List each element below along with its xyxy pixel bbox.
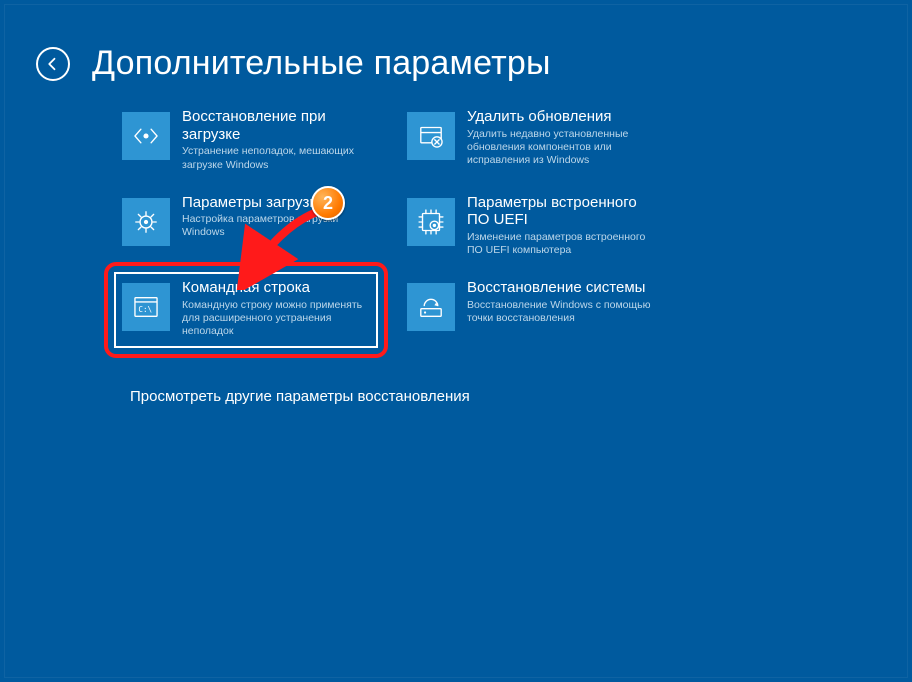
tile-desc: Устранение неполадок, мешающих загрузке …: [182, 145, 373, 171]
tile-title: Восстановление системы: [467, 279, 658, 297]
tile-title: Удалить обновления: [467, 108, 658, 126]
gear-icon: [122, 198, 170, 246]
tile-title: Командная строка: [182, 279, 373, 297]
tile-uefi-firmware[interactable]: Параметры встроенного ПО UEFI Изменение …: [405, 190, 660, 264]
options-grid: Восстановление при загрузке Устранение н…: [120, 104, 780, 347]
tile-startup-settings[interactable]: Параметры загрузки Настройка параметров …: [120, 190, 375, 264]
tile-title: Параметры загрузки: [182, 194, 373, 212]
tile-startup-repair[interactable]: Восстановление при загрузке Устранение н…: [120, 104, 375, 178]
terminal-icon: C:\: [122, 283, 170, 331]
more-recovery-options-link[interactable]: Просмотреть другие параметры восстановле…: [130, 388, 470, 405]
tile-uninstall-updates[interactable]: Удалить обновления Удалить недавно устан…: [405, 104, 660, 178]
hdd-icon: [407, 283, 455, 331]
back-button[interactable]: [36, 47, 70, 81]
svg-text:C:\: C:\: [138, 305, 152, 314]
chip-gear-icon: [407, 198, 455, 246]
package-remove-icon: [407, 112, 455, 160]
tile-desc: Настройка параметров загрузки Windows: [182, 213, 373, 239]
tile-desc: Удалить недавно установленные обновления…: [467, 128, 658, 167]
tile-title: Восстановление при загрузке: [182, 108, 373, 143]
tile-desc: Командную строку можно применять для рас…: [182, 299, 373, 338]
header: Дополнительные параметры: [36, 44, 551, 83]
tile-title: Параметры встроенного ПО UEFI: [467, 194, 658, 229]
code-icon: [122, 112, 170, 160]
tile-system-restore[interactable]: Восстановление системы Восстановление Wi…: [405, 275, 660, 347]
tile-desc: Изменение параметров встроенного ПО UEFI…: [467, 231, 658, 257]
arrow-left-icon: [44, 55, 62, 73]
tile-desc: Восстановление Windows с помощью точки в…: [467, 299, 658, 325]
page-title: Дополнительные параметры: [92, 44, 551, 83]
tile-command-prompt[interactable]: C:\ Командная строка Командную строку мо…: [120, 275, 375, 347]
